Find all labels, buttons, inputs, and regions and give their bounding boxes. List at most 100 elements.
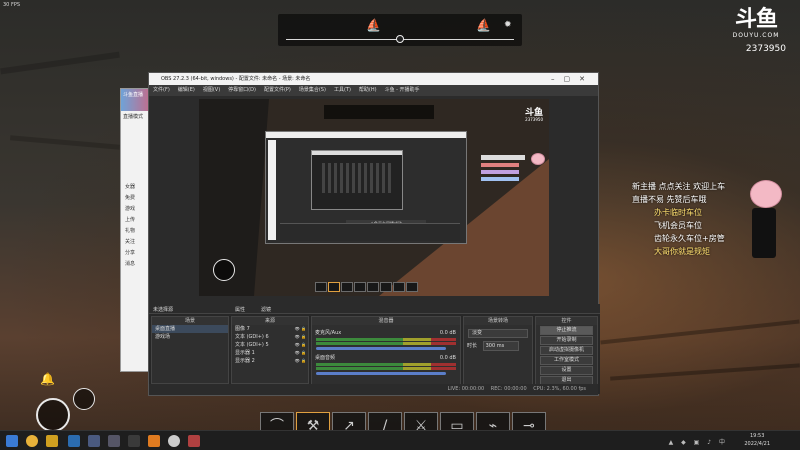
live-time: LIVE: 00:00:00 [447, 386, 485, 392]
douyu-app-icon[interactable] [148, 435, 160, 447]
game-stage: 30 FPS ⛵ ⛵ ✹ 斗鱼 DOUYU.COM 2373950 斗鱼直播 直… [0, 0, 800, 450]
ship-icon: ⛵ [366, 18, 381, 32]
chat-panel-row[interactable]: 上传 [121, 215, 151, 226]
chat-panel-row[interactable]: 女器 [121, 182, 151, 193]
nested-chat [268, 140, 276, 240]
window-controls[interactable]: –▢✕ [551, 73, 594, 85]
steam-icon[interactable] [68, 435, 80, 447]
browser-icon[interactable] [26, 435, 38, 447]
ability-ring [73, 388, 95, 410]
star-icon: ✹ [504, 20, 512, 30]
nested2-titlebar [312, 151, 402, 155]
sources-dock-title: 来源 [232, 317, 308, 325]
scenes-dock-title: 场景 [152, 317, 228, 325]
no-source-label: 未选择源 [153, 307, 174, 313]
chat-panel-row[interactable]: 游戏 [121, 204, 151, 215]
windows-taskbar: ▲ ◆ ▣ ♪ 中 19:53 2022/4/21 [0, 430, 800, 450]
menu-item[interactable]: 场景集合(S) [299, 87, 326, 93]
menu-item[interactable]: 配置文件(P) [264, 87, 291, 93]
clock[interactable]: 19:53 2022/4/21 [744, 432, 770, 448]
menu-item[interactable]: 视图(V) [203, 87, 220, 93]
controls-dock: 控件 停止推流 开始录制 启动虚拟摄像机 工作室模式 设置 退出 [535, 316, 598, 394]
chat-panel-subtitle: 直播模式 [123, 114, 144, 120]
menu-item[interactable]: 停靠窗口(D) [228, 87, 256, 93]
compass-marker [396, 35, 404, 43]
settings-icon[interactable] [108, 435, 120, 447]
eye-icon[interactable]: 👁 🔒 [295, 357, 306, 365]
app-icon[interactable] [46, 435, 58, 447]
obs-window: OBS 27.2.3 (64-bit, windows) - 配置文件: 未命名… [148, 72, 600, 396]
control-button[interactable]: 设置 [540, 366, 593, 375]
source-item-label: 文本 (GDI+) 6 [235, 334, 269, 340]
obs-app-icon[interactable] [168, 435, 180, 447]
system-tray[interactable]: ▲ ◆ ▣ ♪ 中 [669, 437, 728, 446]
pig-mascot-icon [750, 180, 782, 208]
mixer-dock: 混音器 麦克风/Aux 0.0 dB 桌面音频 0.0 dB [311, 316, 461, 394]
preview-hotbar [315, 282, 418, 292]
chat-panel-row[interactable]: 分享 [121, 248, 151, 259]
control-button[interactable]: 启动虚拟摄像机 [540, 346, 593, 355]
source-item-label: 图像 7 [235, 326, 250, 332]
sticker-line: 大哥你就是规矩 [654, 247, 710, 256]
sources-dock: 来源 图像 7 👁 🔒 文本 (GDI+) 6 👁 🔒 文本 (GDI+) 5 👁 🔒 显示… [231, 316, 309, 394]
sticker-line: 飞机会员车位 [654, 221, 702, 230]
volume-meter [316, 363, 456, 366]
properties-button[interactable]: 属性 [235, 306, 245, 313]
source-item[interactable]: 图像 7 👁 🔒 [232, 325, 308, 333]
compass-bar: ⛵ ⛵ ✹ [278, 14, 522, 46]
volume-slider[interactable] [316, 347, 446, 350]
scene-item[interactable]: 游戏场 [152, 333, 228, 341]
sticker-line: 新主播 点点关注 欢迎上车 [632, 182, 726, 191]
menu-item[interactable]: 编辑(E) [178, 87, 195, 93]
eye-icon[interactable]: 👁 🔒 [295, 325, 306, 333]
start-icon[interactable] [6, 435, 18, 447]
preview-room: 2373950 [525, 117, 543, 122]
menu-item[interactable]: 工具(T) [334, 87, 351, 93]
menu-item[interactable]: 帮助(H) [359, 87, 377, 93]
transitions-dock: 场景转场 淡变 时长 300 ms [463, 316, 533, 394]
control-button[interactable]: 停止推流 [540, 326, 593, 335]
sticker-line: 直播不易 先赞后车哦 [632, 195, 707, 204]
app-icon[interactable] [128, 435, 140, 447]
source-item-label: 文本 (GDI+) 5 [235, 342, 269, 348]
chat-panel-title: 斗鱼直播 [123, 92, 144, 98]
eye-icon[interactable]: 👁 🔒 [295, 341, 306, 349]
control-button[interactable]: 开始录制 [540, 336, 593, 345]
volume-meter [316, 367, 456, 370]
sticker-line: 齿轮永久车位+房管 [654, 234, 725, 243]
volume-meter [316, 342, 456, 345]
menu-item[interactable]: 斗鱼 - 开播助手 [385, 87, 420, 93]
transition-duration-input[interactable]: 300 ms [482, 341, 519, 351]
mixer-channel-header: 麦克风/Aux 0.0 dB [312, 329, 460, 337]
app-icon[interactable] [188, 435, 200, 447]
chat-panel-row[interactable]: 消息 [121, 259, 151, 270]
nested-obs-preview: 斗鱼平台同播成功 [265, 131, 467, 244]
source-item[interactable]: 文本 (GDI+) 5 👁 🔒 [232, 341, 308, 349]
source-item[interactable]: 显示器 1 👁 🔒 [232, 349, 308, 357]
control-button[interactable]: 工作室模式 [540, 356, 593, 365]
eye-icon[interactable]: 👁 🔒 [295, 349, 306, 357]
chat-panel-row[interactable]: 礼物 [121, 226, 151, 237]
preview-compass [324, 105, 434, 119]
chat-panel-row[interactable]: 免费 [121, 193, 151, 204]
app-icon[interactable] [88, 435, 100, 447]
sticker-panel: 新主播 点点关注 欢迎上车 直播不易 先赞后车哦 办卡临时车位 飞机会员车位 齿轮永久车… [632, 180, 725, 258]
source-item[interactable]: 文本 (GDI+) 6 👁 🔒 [232, 333, 308, 341]
eye-icon[interactable]: 👁 🔒 [295, 333, 306, 341]
source-item[interactable]: 显示器 2 👁 🔒 [232, 357, 308, 365]
nested-obs-preview-2 [311, 150, 403, 210]
scene-item[interactable]: 桌面直播 [152, 325, 228, 333]
mixer-channel-name: 桌面音频 [315, 355, 336, 361]
transition-type-select[interactable]: 淡变 [468, 329, 528, 338]
wood-beam [9, 135, 121, 150]
volume-slider[interactable] [316, 372, 446, 375]
pig-mascot-body [752, 208, 776, 258]
obs-preview[interactable]: 斗鱼 2373950 斗鱼平台同播成功 [199, 99, 549, 296]
fps-counter: 30 FPS [3, 2, 21, 8]
mixer-channel: 麦克风/Aux 0.0 dB [312, 329, 460, 350]
nested-docks [280, 223, 460, 241]
menu-item[interactable]: 文件(F) [153, 87, 170, 93]
rec-time: REC: 00:00:00 [490, 386, 527, 392]
filters-button[interactable]: 滤镜 [261, 306, 271, 313]
chat-panel-row[interactable]: 关注 [121, 237, 151, 248]
